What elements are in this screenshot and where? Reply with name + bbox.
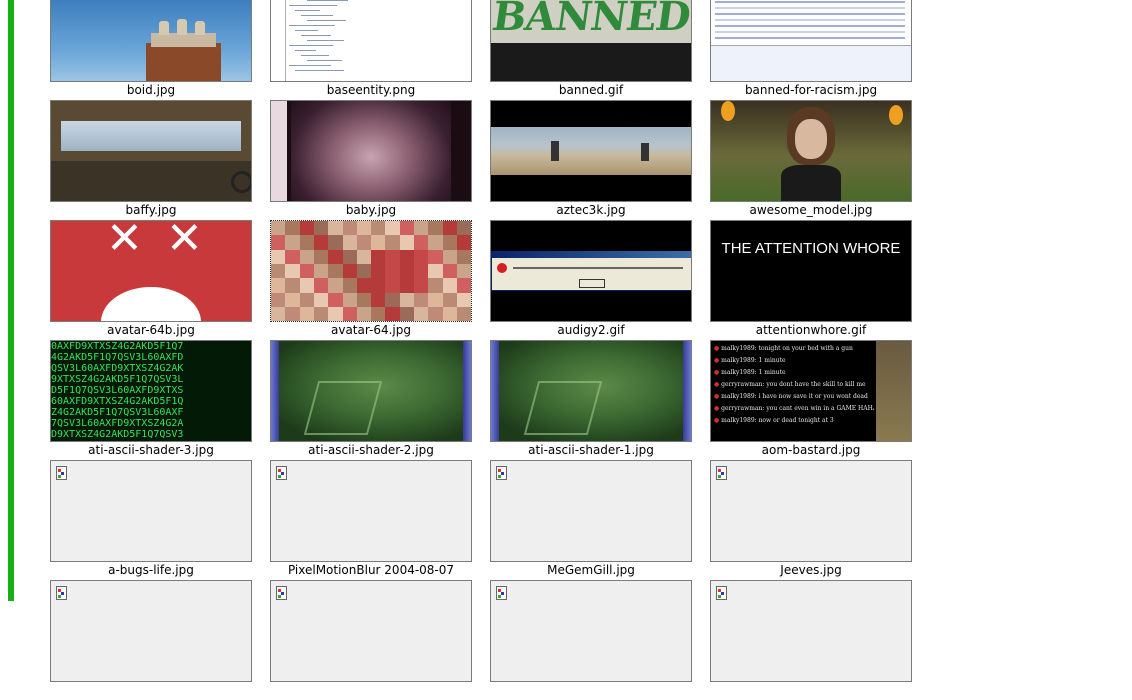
thumbnail-item[interactable]: a-bugs-life.jpg xyxy=(50,460,252,580)
broken-image-icon xyxy=(56,466,67,480)
thumbnail-item[interactable] xyxy=(50,580,252,700)
broken-image-icon[interactable] xyxy=(710,460,912,562)
broken-image-icon[interactable] xyxy=(710,580,912,682)
thumbnail-item[interactable]: audigy2.gif xyxy=(490,220,692,340)
thumbnail-item[interactable]: PixelMotionBlur 2004-08-07 xyxy=(270,460,472,580)
thumbnail-caption[interactable] xyxy=(50,681,252,699)
thumbnail-item[interactable]: BANNED banned.gif xyxy=(490,0,692,100)
thumbnail-caption[interactable]: baffy.jpg xyxy=(50,201,252,219)
character-model-icon[interactable] xyxy=(710,100,912,202)
broken-image-icon[interactable] xyxy=(490,580,692,682)
broken-image-icon[interactable] xyxy=(490,460,692,562)
banner-text: THE ATTENTION WHORE xyxy=(721,240,901,257)
thumbnail-item[interactable]: banned-for-racism.jpg xyxy=(710,0,912,100)
thumbnail-caption[interactable] xyxy=(490,681,692,699)
thumbnail-item[interactable]: 0AXFD9XTXSZ4G2AKD5F1Q7 4G2AKD5F1Q7QSV3L60… xyxy=(50,340,252,460)
thumbnail-item[interactable]: awesome_model.jpg xyxy=(710,100,912,220)
thumbnail-caption[interactable]: audigy2.gif xyxy=(490,321,692,339)
thumbnail-caption[interactable]: banned-for-racism.jpg xyxy=(710,81,912,99)
thumbnail-item[interactable]: aztec3k.jpg xyxy=(490,100,692,220)
thumbnail-caption[interactable] xyxy=(710,681,912,699)
face-x-eyes-icon[interactable]: ✕ ✕ xyxy=(50,220,252,322)
thumbnail-item[interactable]: THE ATTENTION WHORE attentionwhore.gif xyxy=(710,220,912,340)
thumbnail-caption[interactable]: PixelMotionBlur 2004-08-07 xyxy=(270,561,472,579)
thumbnail-item[interactable]: ● malky1989: tonight on your bed with a … xyxy=(710,340,912,460)
broken-image-icon xyxy=(496,466,507,480)
broken-image-icon xyxy=(716,586,727,600)
broken-image-icon[interactable] xyxy=(270,460,472,562)
chat-line: ● gerryrawman: you dont have the skill t… xyxy=(714,381,866,388)
vehicle-view-icon[interactable] xyxy=(50,100,252,202)
thumbnail-caption[interactable]: Jeeves.jpg xyxy=(710,561,912,579)
green-shader-icon[interactable] xyxy=(490,340,692,442)
thumbnail-caption[interactable]: avatar-64b.jpg xyxy=(50,321,252,339)
banned-graffiti-icon[interactable]: BANNED xyxy=(490,0,692,82)
ultrasound-icon[interactable] xyxy=(270,100,472,202)
thumbnail-item[interactable]: baseentity.png xyxy=(270,0,472,100)
thumbnail-caption[interactable]: aom-bastard.jpg xyxy=(710,441,912,459)
thumbnail-item[interactable]: ati-ascii-shader-1.jpg xyxy=(490,340,692,460)
thumbnail-item[interactable] xyxy=(490,580,692,700)
broken-image-icon[interactable] xyxy=(50,460,252,562)
broken-image-icon[interactable] xyxy=(50,580,252,682)
thumbnail-caption[interactable]: a-bugs-life.jpg xyxy=(50,561,252,579)
thumbnail-caption[interactable]: attentionwhore.gif xyxy=(710,321,912,339)
thumbnail-caption[interactable]: banned.gif xyxy=(490,81,692,99)
window-left-border xyxy=(8,0,14,601)
broken-image-icon xyxy=(496,586,507,600)
chat-line: ● malky1989: i have now save it or you w… xyxy=(714,393,868,400)
thumbnail-caption[interactable]: ati-ascii-shader-2.jpg xyxy=(270,441,472,459)
thumbnail-grid: boid.jpg baseentity.png BANNED banned.gif b… xyxy=(50,0,912,700)
thumbnail-caption[interactable]: MeGemGill.jpg xyxy=(490,561,692,579)
broken-image-icon xyxy=(276,586,287,600)
chat-line: ● malky1989: 1 minute xyxy=(714,369,786,376)
thumbnail-caption[interactable]: boid.jpg xyxy=(50,81,252,99)
pixelated-icon[interactable] xyxy=(270,220,472,322)
chat-line: ● malky1989: 1 minute xyxy=(714,357,786,364)
game-panorama-icon[interactable] xyxy=(490,100,692,202)
matrix-ascii-icon[interactable]: 0AXFD9XTXSZ4G2AKD5F1Q7 4G2AKD5F1Q7QSV3L60… xyxy=(50,340,252,442)
broken-image-icon[interactable] xyxy=(270,580,472,682)
thumbnail-item[interactable] xyxy=(270,580,472,700)
class-tree-icon[interactable] xyxy=(270,0,472,82)
thumbnail-caption[interactable]: baseentity.png xyxy=(270,81,472,99)
broken-image-icon xyxy=(276,466,287,480)
thumbnail-caption[interactable]: ati-ascii-shader-3.jpg xyxy=(50,441,252,459)
error-dialog-icon[interactable] xyxy=(490,220,692,322)
thumbnail-item[interactable]: Jeeves.jpg xyxy=(710,460,912,580)
chat-log-icon[interactable]: ● malky1989: tonight on your bed with a … xyxy=(710,340,912,442)
thumbnail-caption[interactable]: avatar-64.jpg xyxy=(270,321,472,339)
thumbnail-caption[interactable]: baby.jpg xyxy=(270,201,472,219)
photo-sky-chimney-icon[interactable] xyxy=(50,0,252,82)
thumbnail-item[interactable]: ati-ascii-shader-2.jpg xyxy=(270,340,472,460)
thumbnail-item[interactable] xyxy=(710,580,912,700)
broken-image-icon xyxy=(716,466,727,480)
thumbnail-caption[interactable] xyxy=(270,681,472,699)
thumbnail-caption[interactable]: aztec3k.jpg xyxy=(490,201,692,219)
chat-line: ● malky1989: now or dead tonight at 3 xyxy=(714,417,834,424)
thumbnail-item[interactable]: MeGemGill.jpg xyxy=(490,460,692,580)
thumbnail-caption[interactable]: awesome_model.jpg xyxy=(710,201,912,219)
thumbnail-item[interactable]: boid.jpg xyxy=(50,0,252,100)
thumbnail-item[interactable]: ✕ ✕ avatar-64b.jpg xyxy=(50,220,252,340)
thumbnail-item[interactable]: baby.jpg xyxy=(270,100,472,220)
broken-image-icon xyxy=(56,586,67,600)
chat-line: ● malky1989: tonight on your bed with a … xyxy=(714,345,853,352)
green-shader-icon[interactable] xyxy=(270,340,472,442)
email-list-icon[interactable] xyxy=(710,0,912,82)
thumbnail-item[interactable]: baffy.jpg xyxy=(50,100,252,220)
text-banner-icon[interactable]: THE ATTENTION WHORE xyxy=(710,220,912,322)
chat-line: ● gerryrawman: you cant even win in a GA… xyxy=(714,405,874,412)
thumbnail-caption[interactable]: ati-ascii-shader-1.jpg xyxy=(490,441,692,459)
thumbnail-item[interactable]: avatar-64.jpg xyxy=(270,220,472,340)
